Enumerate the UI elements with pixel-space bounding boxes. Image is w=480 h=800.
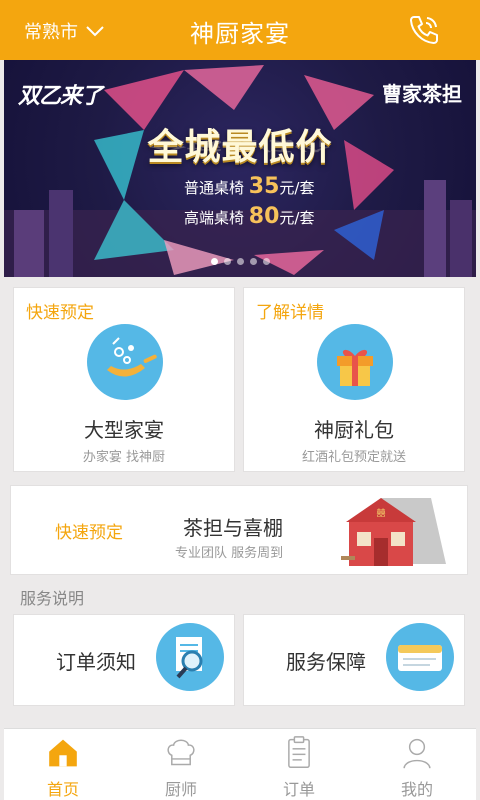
- card-title: 订单须知: [56, 650, 136, 674]
- carousel-indicator[interactable]: [4, 258, 476, 265]
- card-subtitle: 办家宴 找神厨: [82, 450, 166, 465]
- chef-hat-icon: [167, 739, 195, 766]
- section-label-services: 服务说明: [20, 589, 85, 608]
- bottom-tab-bar: 首页 厨师 订单 我的: [4, 728, 476, 800]
- carousel-dot[interactable]: [249, 258, 257, 265]
- card-subtitle: 红酒礼包预定就送: [301, 450, 406, 465]
- rated-card-icon: [386, 623, 454, 691]
- card-subtitle: 专业团队 服务周到: [175, 546, 284, 561]
- price-value: 80: [248, 204, 280, 229]
- price-prefix: 普通桌椅: [184, 179, 245, 197]
- carousel-dot[interactable]: [236, 258, 244, 265]
- cooking-pan-icon: [87, 324, 163, 400]
- wedding-tent-icon: 囍: [341, 498, 446, 566]
- phone-icon[interactable]: [406, 12, 442, 48]
- order-notice-card[interactable]: 订单须知: [13, 614, 235, 706]
- banquet-card[interactable]: 快速预定 大型家宴 办家宴 找神厨: [13, 287, 235, 472]
- order-list-icon: [288, 736, 310, 768]
- magnifier-document-icon: [156, 623, 224, 691]
- tab-orders[interactable]: 订单: [240, 729, 358, 800]
- price-prefix: 高端桌椅: [184, 209, 245, 227]
- tab-label: 我的: [400, 780, 433, 799]
- app-header: 常熟市 神厨家宴: [0, 0, 480, 60]
- card-title: 茶担与喜棚: [183, 516, 283, 540]
- gift-box-icon: [317, 324, 393, 400]
- card-title: 大型家宴: [84, 418, 164, 442]
- tab-label: 首页: [46, 780, 79, 799]
- tab-home[interactable]: 首页: [4, 729, 122, 800]
- carousel-dot[interactable]: [262, 258, 270, 265]
- price-value: 35: [248, 174, 280, 199]
- tent-card[interactable]: 快速预定 茶担与喜棚 专业团队 服务周到 囍: [10, 485, 468, 575]
- carousel-dot[interactable]: [210, 258, 218, 265]
- banner-headline-reflection: 全城最低价: [149, 138, 330, 153]
- brand-left-logo: 双乙来了: [18, 84, 103, 109]
- tab-chef[interactable]: 厨师: [122, 729, 240, 800]
- tab-label: 厨师: [164, 780, 197, 799]
- user-icon: [403, 738, 431, 769]
- price-unit: 元/套: [279, 209, 315, 227]
- carousel-dot[interactable]: [223, 258, 231, 265]
- svg-text:囍: 囍: [376, 507, 385, 519]
- tab-label: 订单: [282, 780, 315, 799]
- service-guarantee-card[interactable]: 服务保障: [243, 614, 465, 706]
- card-tag: 了解详情: [256, 303, 324, 323]
- price-line-premium: 高端桌椅 80元/套: [184, 204, 314, 229]
- gift-card[interactable]: 了解详情 神厨礼包 红酒礼包预定就送: [243, 287, 465, 472]
- card-tag: 快速预定: [55, 523, 123, 543]
- price-line-standard: 普通桌椅 35元/套: [184, 174, 314, 199]
- card-tag: 快速预定: [26, 303, 94, 323]
- card-title: 服务保障: [286, 650, 366, 674]
- promo-banner[interactable]: 双乙来了 曹家茶担 全城最低价 全城最低价 普通桌椅 35元/套 高端桌椅 80…: [4, 60, 476, 277]
- price-unit: 元/套: [279, 179, 315, 197]
- home-icon: [49, 739, 77, 767]
- card-title: 神厨礼包: [314, 418, 394, 442]
- tab-profile[interactable]: 我的: [358, 729, 476, 800]
- brand-right-logo: 曹家茶担: [382, 82, 462, 106]
